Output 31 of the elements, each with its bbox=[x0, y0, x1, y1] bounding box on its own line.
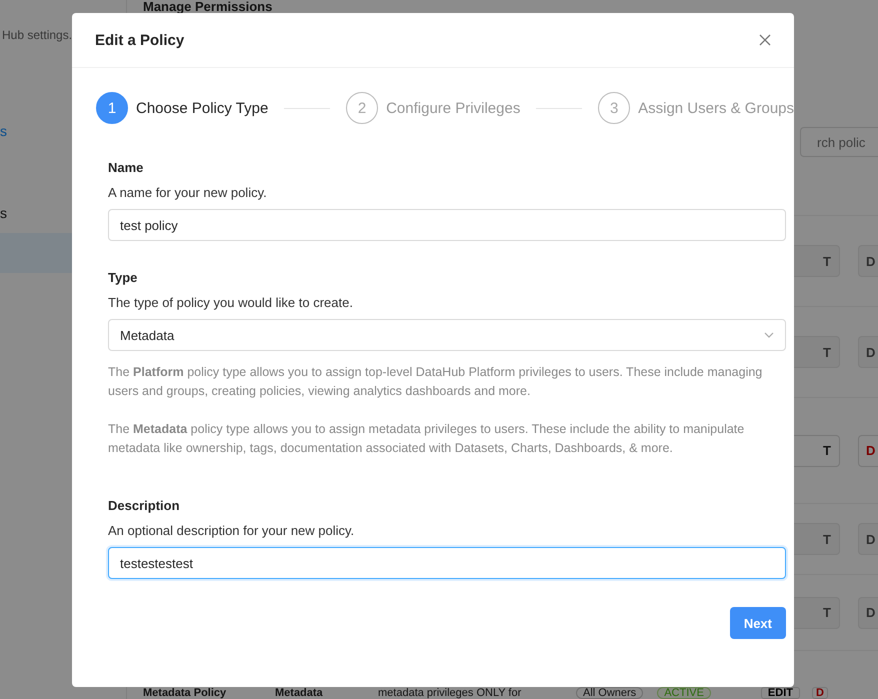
edit-button[interactable]: EDIT bbox=[760, 687, 800, 699]
step-number: 2 bbox=[346, 92, 378, 124]
page-title: Manage Permissions bbox=[143, 0, 272, 13]
delete-button[interactable]: D bbox=[812, 687, 828, 699]
step-number: 3 bbox=[598, 92, 630, 124]
field-help: A name for your new policy. bbox=[108, 185, 268, 200]
dialog-title: Edit a Policy bbox=[95, 32, 184, 48]
policy-type: Metadata bbox=[275, 687, 324, 699]
status-tag: ACTIVE bbox=[657, 687, 711, 699]
step-label: Choose Policy Type bbox=[136, 100, 268, 116]
policy-name: Metadata Policy bbox=[143, 687, 228, 699]
close-icon[interactable] bbox=[759, 34, 771, 46]
policy-description: metadata privileges ONLY for bbox=[378, 687, 522, 699]
sidebar-description: Hub settings. bbox=[1, 28, 72, 42]
field-label: Name bbox=[108, 160, 144, 175]
step-number: 1 bbox=[96, 92, 128, 124]
name-input[interactable]: test policy bbox=[108, 209, 786, 241]
field-help: An optional description for your new policy. bbox=[108, 523, 356, 538]
delete-button[interactable]: D bbox=[858, 434, 878, 466]
type-select[interactable]: Metadata bbox=[108, 319, 786, 351]
next-button[interactable]: Next bbox=[730, 607, 786, 639]
field-help: The type of policy you would like to create. bbox=[108, 295, 354, 310]
chevron-down-icon bbox=[764, 332, 774, 338]
field-label: Type bbox=[108, 270, 138, 285]
policy-type-note: The Platform policy type allows you to assign top-level DataHub Platform privileges to users. These include managing users and groups, creating policies, viewing analytics dashboards and more. bbox=[108, 364, 764, 400]
description-input[interactable]: testestestest bbox=[108, 547, 786, 579]
policy-type-note: The Metadata policy type allows you to assign metadata privileges to users. These include the ability to manipulate metadata like ownership, tags, documentation associated with Datasets, Charts, Dashboards, & more. bbox=[108, 421, 746, 457]
step-label: Assign Users & Groups bbox=[638, 100, 794, 116]
field-label: Description bbox=[108, 498, 181, 513]
search-field[interactable]: rch polic bbox=[800, 127, 878, 157]
step-label: Configure Privileges bbox=[386, 100, 520, 116]
